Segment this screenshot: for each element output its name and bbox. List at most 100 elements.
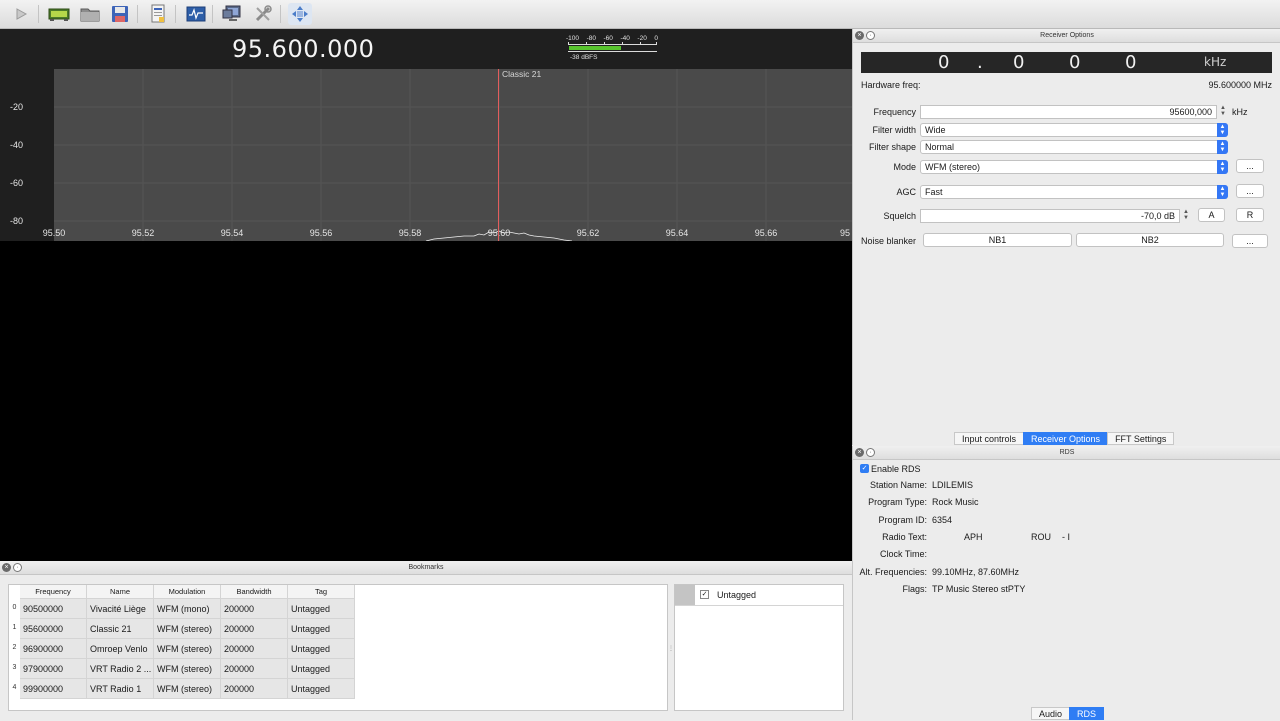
table-row[interactable]: 96900000 Omroep Venlo WFM (stereo) 20000… [20, 639, 355, 659]
float-icon[interactable]: · [13, 563, 22, 572]
cell-bandwidth[interactable]: 200000 [221, 679, 288, 699]
splitter-handle[interactable]: ⋮ [668, 645, 674, 653]
cell-frequency[interactable]: 99900000 [20, 679, 87, 699]
column-header[interactable]: Frequency [20, 585, 87, 599]
nb1-button[interactable]: NB1 [923, 233, 1072, 247]
document-icon[interactable] [146, 3, 170, 25]
fft-plot-area[interactable] [54, 69, 852, 241]
filter-width-select[interactable]: Wide ▲ ▼ [920, 123, 1228, 137]
cell-frequency[interactable]: 95600000 [20, 619, 87, 639]
cell-tag[interactable]: Untagged [288, 599, 355, 619]
enable-rds-checkbox[interactable]: ✓ [860, 464, 869, 473]
tag-color-swatch[interactable] [675, 585, 695, 605]
squelch-label: Squelch [883, 211, 916, 221]
play-icon[interactable] [9, 3, 33, 25]
squelch-stepper[interactable]: ▲ ▼ [1182, 209, 1190, 223]
meter-scale-label: -100 [566, 35, 580, 42]
cell-modulation[interactable]: WFM (stereo) [154, 659, 221, 679]
radio-text-label: Radio Text: [882, 532, 927, 542]
squelch-reset-button[interactable]: R [1236, 208, 1264, 222]
lcd-digit[interactable]: 0 [1013, 52, 1024, 73]
filter-shape-select[interactable]: Normal ▲ ▼ [920, 140, 1228, 154]
tab-input-controls[interactable]: Input controls [954, 432, 1025, 445]
receiver-icon[interactable] [47, 3, 71, 25]
cell-frequency[interactable]: 96900000 [20, 639, 87, 659]
folder-icon[interactable] [78, 3, 102, 25]
mode-label: Mode [893, 162, 916, 172]
cell-frequency[interactable]: 90500000 [20, 599, 87, 619]
cell-tag[interactable]: Untagged [288, 619, 355, 639]
close-icon[interactable]: × [2, 563, 11, 572]
close-icon[interactable]: × [855, 448, 864, 457]
table-row[interactable]: 97900000 VRT Radio 2 ... WFM (stereo) 20… [20, 659, 355, 679]
float-icon[interactable]: · [866, 448, 875, 457]
lcd-digit[interactable]: 0 [1125, 52, 1136, 73]
lcd-digit[interactable]: 0 [938, 52, 949, 73]
demod-cursor-line[interactable] [498, 69, 499, 241]
cell-modulation[interactable]: WFM (stereo) [154, 679, 221, 699]
column-header[interactable]: Tag [288, 585, 355, 599]
tools-icon[interactable] [251, 3, 275, 25]
frequency-display[interactable]: 95.600.000 [232, 35, 374, 63]
cell-name[interactable]: Omroep Venlo [87, 639, 154, 659]
agc-options-button[interactable]: ... [1236, 184, 1264, 198]
squelch-input[interactable]: -70,0 dB [920, 209, 1180, 223]
tab-rds[interactable]: RDS [1069, 707, 1105, 720]
frequency-lcd[interactable]: 0 . 0 0 0 kHz [861, 52, 1272, 73]
float-icon[interactable]: · [866, 31, 875, 40]
x-axis-label: 95.66 [754, 228, 778, 238]
panel-title: RDS [1059, 449, 1075, 456]
lcd-digit[interactable]: 0 [1069, 52, 1080, 73]
nb2-button[interactable]: NB2 [1076, 233, 1224, 247]
table-row[interactable]: 99900000 VRT Radio 1 WFM (stereo) 200000… [20, 679, 355, 699]
close-icon[interactable]: × [855, 31, 864, 40]
toolbar-separator [212, 5, 213, 23]
frequency-input[interactable]: 95600,000 [920, 105, 1217, 119]
receiver-options-header: Receiver Options × · [853, 29, 1280, 43]
cell-frequency[interactable]: 97900000 [20, 659, 87, 679]
squelch-auto-button[interactable]: A [1198, 208, 1225, 222]
column-header[interactable]: Bandwidth [221, 585, 288, 599]
cell-bandwidth[interactable]: 200000 [221, 599, 288, 619]
lcd-unit: kHz [1204, 55, 1227, 69]
frequency-stepper[interactable]: ▲ ▼ [1219, 105, 1227, 119]
cell-bandwidth[interactable]: 200000 [221, 619, 288, 639]
cell-bandwidth[interactable]: 200000 [221, 659, 288, 679]
monitor-icon[interactable] [220, 3, 244, 25]
y-axis-label: -20 [10, 102, 24, 112]
tag-checkbox[interactable]: ✓ [700, 590, 709, 599]
cell-tag[interactable]: Untagged [288, 679, 355, 699]
cell-name[interactable]: Vivacité Liège [87, 599, 154, 619]
cell-name[interactable]: VRT Radio 1 [87, 679, 154, 699]
tab-fft-settings[interactable]: FFT Settings [1107, 432, 1175, 445]
cell-name[interactable]: VRT Radio 2 ... [87, 659, 154, 679]
column-header[interactable]: Name [87, 585, 154, 599]
cell-tag[interactable]: Untagged [288, 639, 355, 659]
bookmark-marker-label[interactable]: Classic 21 [502, 69, 541, 79]
meter-scale-label: 0 [654, 35, 658, 42]
save-icon[interactable] [108, 3, 132, 25]
noise-blanker-options-button[interactable]: ... [1232, 234, 1268, 248]
input-icon[interactable] [184, 3, 208, 25]
tab-audio[interactable]: Audio [1031, 707, 1071, 720]
rds-dock-tabs: Audio RDS [1031, 707, 1105, 720]
cell-modulation[interactable]: WFM (stereo) [154, 639, 221, 659]
cell-bandwidth[interactable]: 200000 [221, 639, 288, 659]
fullscreen-icon[interactable] [288, 3, 312, 25]
cell-modulation[interactable]: WFM (stereo) [154, 619, 221, 639]
y-axis-label: -60 [10, 178, 24, 188]
spectrum-plot[interactable]: 95.600.000 -100 -80 -60 -40 -20 0 -38 dB… [0, 29, 852, 241]
column-header[interactable]: Modulation [154, 585, 221, 599]
waterfall-display[interactable] [0, 241, 852, 561]
mode-options-button[interactable]: ... [1236, 159, 1264, 173]
table-row[interactable]: 90500000 Vivacité Liège WFM (mono) 20000… [20, 599, 355, 619]
table-row[interactable]: 95600000 Classic 21 WFM (stereo) 200000 … [20, 619, 355, 639]
row-index: 1 [12, 624, 17, 631]
mode-select[interactable]: WFM (stereo) ▲ ▼ [920, 160, 1228, 174]
cell-modulation[interactable]: WFM (mono) [154, 599, 221, 619]
cell-name[interactable]: Classic 21 [87, 619, 154, 639]
tab-receiver-options[interactable]: Receiver Options [1023, 432, 1109, 445]
receiver-dock-tabs: Input controls Receiver Options FFT Sett… [954, 432, 1175, 445]
agc-select[interactable]: Fast ▲ ▼ [920, 185, 1228, 199]
cell-tag[interactable]: Untagged [288, 659, 355, 679]
